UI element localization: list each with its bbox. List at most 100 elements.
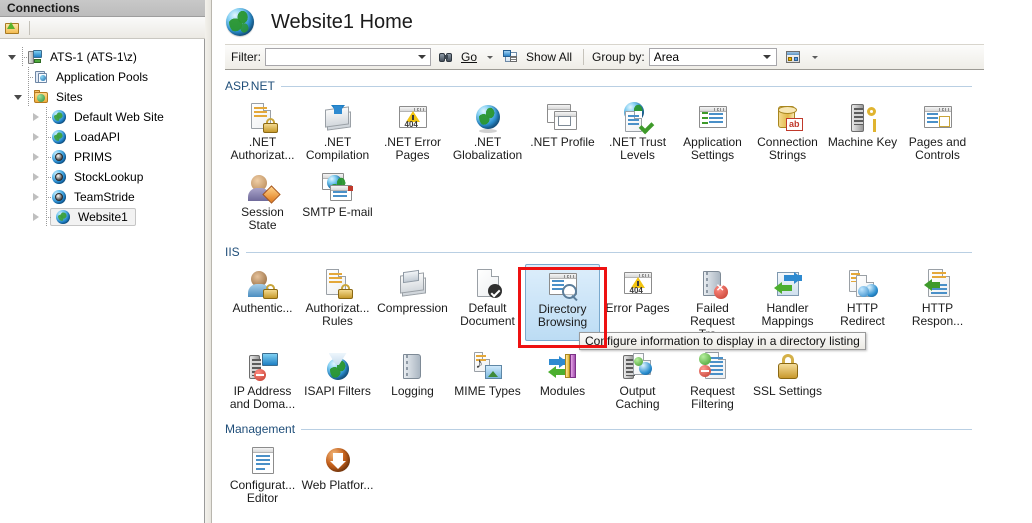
feature-tile-output-caching[interactable]: Output Caching — [600, 347, 675, 411]
authentication-icon — [247, 268, 279, 300]
panel-splitter[interactable] — [205, 0, 212, 523]
feature-tile-net-profile[interactable]: .NET Profile — [525, 98, 600, 162]
feature-tile-application-settings[interactable]: Application Settings — [675, 98, 750, 162]
expander-open-icon[interactable] — [6, 47, 18, 67]
feature-tile-logging[interactable]: Logging — [375, 347, 450, 411]
feature-tile-label: Directory Browsing — [537, 302, 588, 329]
feature-tile-net-trust-levels[interactable]: .NET Trust Levels — [600, 98, 675, 162]
feature-tile-smtp-email[interactable]: SMTP E-mail — [300, 168, 375, 232]
feature-tile-label: Authorizat... Rules — [305, 301, 370, 328]
feature-tile-label: Logging — [391, 384, 434, 398]
connect-to-server-icon[interactable] — [4, 20, 20, 36]
feature-tile-machine-key[interactable]: Machine Key — [825, 98, 900, 162]
feature-tile-modules[interactable]: Modules — [525, 347, 600, 411]
feature-tile-label: .NET Globalization — [452, 135, 523, 162]
tree-item-sites[interactable]: Sites — [0, 87, 204, 107]
tree-item-label: LoadAPI — [74, 130, 121, 144]
feature-tile-pages-and-controls[interactable]: Pages and Controls — [900, 98, 975, 162]
logging-icon — [397, 351, 429, 383]
section-title: IIS — [225, 245, 240, 259]
expander-closed-icon[interactable] — [30, 107, 42, 127]
go-button[interactable]: Go — [435, 48, 480, 66]
expander-closed-icon[interactable] — [30, 187, 42, 207]
tree-item-selected-wrapper[interactable]: Website1 — [50, 208, 136, 226]
connections-toolbar — [0, 17, 205, 39]
expander-closed-icon[interactable] — [30, 167, 42, 187]
tree-line — [42, 127, 52, 147]
view-options-icon[interactable] — [785, 49, 801, 65]
pages-and-controls-icon — [922, 102, 954, 134]
feature-tile-label: Application Settings — [683, 135, 742, 162]
feature-tile-http-response-headers[interactable]: HTTP Respon... — [900, 264, 975, 341]
website-icon — [51, 129, 67, 145]
tree-line — [42, 147, 52, 167]
feature-tile-ssl-settings[interactable]: SSL Settings — [750, 347, 825, 411]
feature-tile-web-platform-installer[interactable]: Web Platfor... — [300, 441, 375, 505]
group-by-select[interactable]: Area — [648, 48, 777, 66]
feature-tile-net-authorization-rules[interactable]: .NET Authorizat... — [225, 98, 300, 162]
website-icon — [51, 109, 67, 125]
feature-tile-handler-mappings[interactable]: Handler Mappings — [750, 264, 825, 341]
feature-tile-authentication[interactable]: Authentic... — [225, 264, 300, 341]
http-response-headers-icon — [922, 268, 954, 300]
tree-item-label: ATS-1 (ATS-1\z) — [50, 50, 137, 64]
feature-tile-ip-address-domain-restrictions[interactable]: IP Address and Doma... — [225, 347, 300, 411]
feature-tile-label: HTTP Respon... — [911, 301, 964, 328]
expander-open-icon[interactable] — [12, 87, 24, 107]
go-dropdown-icon[interactable] — [484, 55, 496, 59]
tree-item-server[interactable]: ATS-1 (ATS-1\z) — [0, 47, 204, 67]
tree-item-website1[interactable]: Website1 — [0, 207, 204, 227]
feature-grid-management: Configurat... Editor Web Platfor... — [225, 441, 1032, 505]
feature-tile-authorization-rules[interactable]: Authorizat... Rules — [300, 264, 375, 341]
section-rule — [245, 251, 972, 253]
tree-item-teamstride[interactable]: TeamStride — [0, 187, 204, 207]
tree-item-default-web-site[interactable]: Default Web Site — [0, 107, 204, 127]
feature-tile-isapi-filters[interactable]: ISAPI Filters — [300, 347, 375, 411]
feature-tile-request-filtering[interactable]: Request Filtering — [675, 347, 750, 411]
tree-item-stocklookup[interactable]: StockLookup — [0, 167, 204, 187]
feature-tile-session-state[interactable]: Session State — [225, 168, 300, 232]
feature-tile-net-error-pages[interactable]: 404 .NET Error Pages — [375, 98, 450, 162]
feature-tile-compression[interactable]: Compression — [375, 264, 450, 341]
net-profile-icon — [546, 102, 579, 134]
modules-icon — [547, 351, 579, 383]
section-header: ASP.NET — [225, 78, 1032, 94]
expander-closed-icon[interactable] — [30, 207, 42, 227]
feature-tile-net-globalization[interactable]: .NET Globalization — [450, 98, 525, 162]
feature-tile-default-document[interactable]: Default Document — [450, 264, 525, 341]
section-rule — [280, 85, 972, 87]
tree-item-label: TeamStride — [74, 190, 135, 204]
feature-tile-directory-browsing[interactable]: Directory Browsing — [525, 264, 600, 341]
compression-icon — [397, 268, 429, 300]
show-all-button[interactable]: Show All — [500, 48, 575, 66]
feature-tile-error-pages[interactable]: 404 Error Pages — [600, 264, 675, 341]
tree-item-loadapi[interactable]: LoadAPI — [0, 127, 204, 147]
feature-tile-mime-types[interactable]: MIME Types — [450, 347, 525, 411]
tree-item-prims[interactable]: PRIMS — [0, 147, 204, 167]
application-pools-icon — [33, 69, 49, 85]
feature-tile-label: IP Address and Doma... — [229, 384, 296, 411]
feature-tile-label: Default Document — [460, 301, 515, 328]
expander-closed-icon[interactable] — [30, 127, 42, 147]
net-trust-levels-icon — [622, 102, 654, 134]
session-state-icon — [247, 172, 281, 204]
feature-tile-label: MIME Types — [454, 384, 521, 398]
tree-item-application-pools[interactable]: Application Pools — [0, 67, 204, 87]
feature-tile-configuration-editor[interactable]: Configurat... Editor — [225, 441, 300, 505]
chevron-down-icon[interactable] — [761, 55, 774, 59]
feature-tile-http-redirect[interactable]: HTTP Redirect — [825, 264, 900, 341]
feature-tile-connection-strings[interactable]: ab Connection Strings — [750, 98, 825, 162]
chevron-down-icon[interactable] — [415, 55, 428, 59]
feature-tile-net-compilation[interactable]: .NET Compilation — [300, 98, 375, 162]
show-all-button-label: Show All — [526, 50, 573, 64]
http-redirect-icon — [847, 268, 879, 300]
filter-input[interactable] — [265, 48, 431, 66]
feature-tile-label: SMTP E-mail — [302, 205, 373, 219]
handler-mappings-icon — [772, 268, 804, 300]
view-options-dropdown-icon[interactable] — [809, 55, 818, 59]
connections-tree[interactable]: ATS-1 (ATS-1\z) Application Pools Sites — [0, 40, 204, 523]
section-aspnet: ASP.NET .NET Authorizat... .NET Compilat… — [225, 78, 1032, 232]
expander-closed-icon[interactable] — [30, 147, 42, 167]
section-title: Management — [225, 422, 296, 436]
feature-tile-failed-request-tracing[interactable]: Failed Request Tra... — [675, 264, 750, 341]
